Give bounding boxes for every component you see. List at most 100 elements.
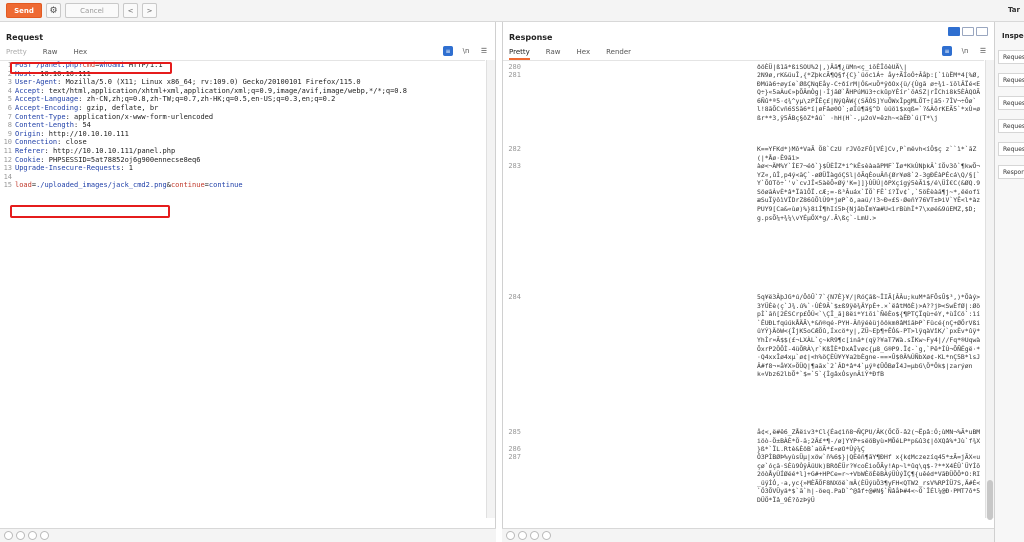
help-icon[interactable] xyxy=(506,531,515,540)
wrap-icon[interactable]: ≡ xyxy=(942,46,952,56)
request-line: 11 Referer: http://10.10.10.111/panel.php xyxy=(0,147,485,156)
line-number: 286 xyxy=(508,445,521,453)
line-number: 11 xyxy=(3,146,12,155)
layout-vertical-icon[interactable] xyxy=(976,27,988,36)
line-number: 282 xyxy=(508,145,521,153)
request-search-bar xyxy=(0,528,496,542)
forward-icon[interactable] xyxy=(542,531,551,540)
line-number: 283 xyxy=(508,162,521,170)
line-number: 12 xyxy=(3,155,12,164)
forward-icon[interactable]: > xyxy=(142,3,157,18)
send-button[interactable]: Send xyxy=(6,3,42,18)
line-number: 7 xyxy=(7,112,12,121)
token-param: load xyxy=(15,181,32,190)
token-key: Cookie xyxy=(15,155,41,164)
token-key: Content-Length xyxy=(15,121,75,130)
tab-pretty[interactable]: Pretty xyxy=(6,48,27,56)
tab-hex[interactable]: Hex xyxy=(74,48,88,56)
token-rest: : text/html,application/xhtml+xml,applic… xyxy=(40,86,407,95)
request-line: 5 Accept-Language: zh-CN,zh;q=0.8,zh-TW;q… xyxy=(0,95,485,104)
inspector-item[interactable]: Reques xyxy=(998,142,1024,156)
token-key: Connection xyxy=(15,138,58,147)
token-rest: : PHPSESSID=5at78852oj6g900ennecse8eq6 xyxy=(40,155,201,164)
request-line: 15 load=./uploaded_images/jack_cmd2.png&c… xyxy=(0,181,485,190)
response-title: Response xyxy=(509,33,553,42)
request-scrollbar[interactable] xyxy=(486,60,495,518)
binary-output: å¢<,ë#ê6_ZÅëiv3*Cl{Éa¢ìñ8¬ÑÇPU/ÂK(ÖCÕ-â2… xyxy=(757,428,981,445)
token-key: Upgrade-Insecure-Requests xyxy=(15,164,121,173)
line-number: 8 xyxy=(7,121,12,130)
response-tabs: Pretty Raw Hex Render xyxy=(509,48,631,60)
line-number: 9 xyxy=(7,129,12,138)
request-line: 4 Accept: text/html,application/xhtml+xml… xyxy=(0,87,485,96)
token-key: Referer xyxy=(15,146,45,155)
request-lines: 1 POST /panel.php?cmd=whoami HTTP/1.1 2 Hos… xyxy=(0,61,485,190)
token-rest: : close xyxy=(57,138,87,147)
cancel-button[interactable]: Cancel xyxy=(65,3,119,18)
response-scrollbar[interactable] xyxy=(985,60,994,520)
line-number: 6 xyxy=(7,103,12,112)
token-key: Accept-Language xyxy=(15,95,79,104)
menu-icon[interactable]: ☰ xyxy=(978,46,988,56)
binary-output: K==YFKd*)Mô*VaÃ Ö8`CzU rJVôzFÓ[VÉ]Cv,P`m… xyxy=(757,145,977,162)
response-search-bar xyxy=(502,528,994,542)
token-val2: continue xyxy=(208,181,243,190)
line-text: Origin: http://10.10.10.111 xyxy=(15,130,129,139)
request-line: 9 Origin: http://10.10.10.111 xyxy=(0,130,485,139)
line-number: 5 xyxy=(7,95,12,104)
line-number: 13 xyxy=(3,164,12,173)
inspector-item[interactable]: Reques xyxy=(998,50,1024,64)
tab-render[interactable]: Render xyxy=(606,48,631,60)
inspector-item[interactable]: Reques xyxy=(998,73,1024,87)
response-editor-icons: ≡ \n ☰ xyxy=(942,46,988,56)
back-icon[interactable]: < xyxy=(123,3,138,18)
forward-icon[interactable] xyxy=(40,531,49,540)
tab-raw[interactable]: Raw xyxy=(546,48,561,60)
response-editor[interactable]: 280 281 282 283 284 285 286 287 288 289 … xyxy=(503,60,984,518)
request-line: 10 Connection: close xyxy=(0,138,485,147)
request-editor-icons: ≡ \n ☰ xyxy=(443,46,489,56)
menu-icon[interactable]: ☰ xyxy=(479,46,489,56)
inspector-item[interactable]: Respon xyxy=(998,165,1024,179)
token-rest: : 1 xyxy=(120,164,134,173)
tab-raw[interactable]: Raw xyxy=(43,48,58,56)
inspector-item[interactable]: Reques xyxy=(998,119,1024,133)
response-scroll-thumb[interactable] xyxy=(987,480,993,520)
request-panel: Request Pretty Raw Hex ≡ \n ☰ 1 POST /pan… xyxy=(0,22,496,528)
request-tabs: Pretty Raw Hex xyxy=(6,48,87,56)
settings-icon[interactable] xyxy=(16,531,25,540)
request-line: 3 User-Agent: Mozilla/5.0 (X11; Linux x86… xyxy=(0,78,485,87)
token-key: Origin xyxy=(15,129,41,138)
request-line: 12 Cookie: PHPSESSID=5at78852oj6g900ennec… xyxy=(0,156,485,165)
token-key: Accept-Encoding xyxy=(15,103,79,112)
inspector-item[interactable]: Reques xyxy=(998,96,1024,110)
line-text: Referer: http://10.10.10.111/panel.php xyxy=(15,147,175,156)
target-label[interactable]: Tar xyxy=(1008,6,1020,14)
tab-hex[interactable]: Hex xyxy=(577,48,591,60)
layout-horizontal-icon[interactable] xyxy=(962,27,974,36)
settings-icon[interactable] xyxy=(518,531,527,540)
binary-output: àø<¬ÄM%Y`ÍE7¬éð`}$ÜÈÎZ*i^kÊsèàaãPMF`Ïø*K… xyxy=(757,162,981,222)
line-number: 285 xyxy=(508,428,521,436)
gear-icon[interactable]: ⚙ xyxy=(46,3,61,18)
wrap-icon[interactable]: ≡ xyxy=(443,46,453,56)
back-icon[interactable] xyxy=(530,531,539,540)
inspector-panel: Inspect Reques Reques Reques Reques Requ… xyxy=(994,22,1024,542)
line-number: 15 xyxy=(3,181,12,190)
line-number: 287 xyxy=(508,453,521,461)
back-icon[interactable] xyxy=(28,531,37,540)
highlight-request-line xyxy=(10,62,172,74)
token-key: User-Agent xyxy=(15,78,58,87)
request-editor[interactable]: 1 POST /panel.php?cmd=whoami HTTP/1.1 2 Hos… xyxy=(0,60,485,518)
layout-toggle[interactable] xyxy=(948,27,988,36)
tab-pretty[interactable]: Pretty xyxy=(509,48,530,60)
line-text: load=./uploaded_images/jack_cmd2.png&con… xyxy=(15,181,243,190)
line-text: Accept-Encoding: gzip, deflate, br xyxy=(15,104,158,113)
line-text: Cookie: PHPSESSID=5at78852oj6g900ennecse… xyxy=(15,156,200,165)
layout-split-icon[interactable] xyxy=(948,27,960,36)
newline-icon[interactable]: \n xyxy=(461,46,471,56)
newline-icon[interactable]: \n xyxy=(960,46,970,56)
help-icon[interactable] xyxy=(4,531,13,540)
token-key: Accept xyxy=(15,86,41,95)
token-rest: : zh-CN,zh;q=0.8,zh-TW;q=0.7,zh-HK;q=0.5… xyxy=(78,95,336,104)
